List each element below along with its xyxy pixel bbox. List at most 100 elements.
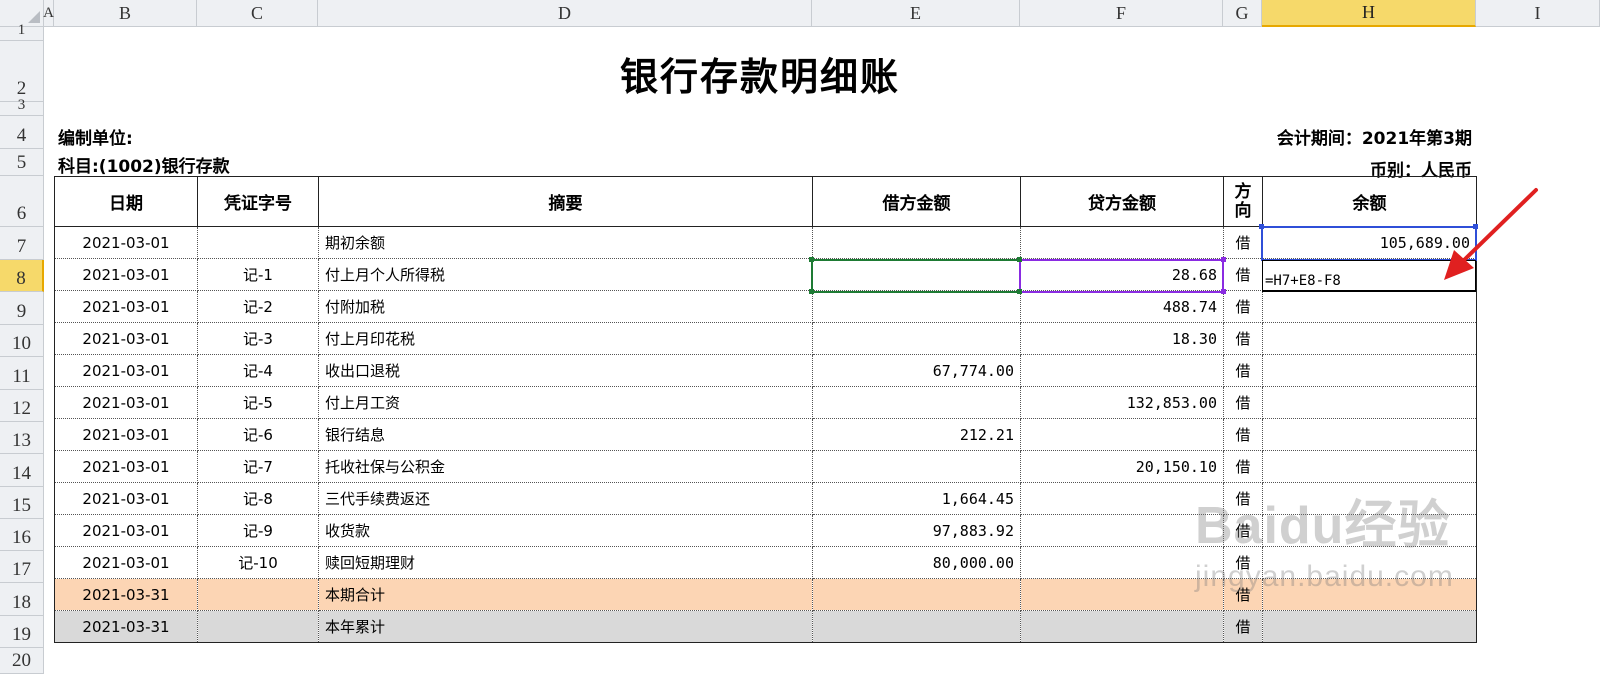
direction-cell[interactable]: 借 [1223, 610, 1263, 643]
date-cell[interactable]: 2021-03-01 [54, 322, 198, 355]
balance-cell[interactable] [1262, 418, 1477, 451]
summary-cell[interactable]: 付上月工资 [318, 386, 813, 419]
range-handle[interactable] [1017, 257, 1022, 262]
direction-cell[interactable]: 借 [1223, 322, 1263, 355]
date-cell[interactable]: 2021-03-01 [54, 226, 198, 259]
date-cell[interactable]: 2021-03-01 [54, 258, 198, 291]
ledger-title[interactable]: 银行存款明细账 [44, 46, 1476, 101]
column-header-g[interactable]: G [1223, 0, 1262, 27]
debit-cell[interactable] [812, 386, 1021, 419]
voucher-cell[interactable]: 记-9 [197, 514, 319, 547]
date-cell[interactable]: 2021-03-31 [54, 610, 198, 643]
direction-cell[interactable]: 借 [1223, 258, 1263, 291]
credit-cell[interactable] [1020, 546, 1224, 579]
balance-cell[interactable] [1262, 322, 1477, 355]
row-header-1[interactable]: 1 [0, 22, 44, 41]
range-handle[interactable] [1221, 257, 1226, 262]
summary-cell[interactable]: 三代手续费返还 [318, 482, 813, 515]
row-header-14[interactable]: 14 [0, 454, 44, 487]
unit-label[interactable]: 编制单位: [58, 124, 133, 149]
account-label[interactable]: 科目:(1002)银行存款 [58, 152, 230, 177]
debit-cell[interactable] [812, 226, 1021, 259]
row-header-5[interactable]: 5 [0, 149, 44, 176]
row-header-17[interactable]: 17 [0, 551, 44, 583]
row-header-16[interactable]: 16 [0, 519, 44, 551]
debit-cell[interactable] [812, 578, 1021, 611]
row-header-20[interactable]: 20 [0, 648, 44, 674]
range-handle[interactable] [809, 289, 814, 294]
header-summary[interactable]: 摘要 [318, 176, 813, 227]
voucher-cell[interactable]: 记-1 [197, 258, 319, 291]
credit-cell[interactable]: 132,853.00 [1020, 386, 1224, 419]
voucher-cell[interactable]: 记-6 [197, 418, 319, 451]
voucher-cell[interactable]: 记-10 [197, 546, 319, 579]
credit-cell[interactable] [1020, 514, 1224, 547]
header-voucher[interactable]: 凭证字号 [197, 176, 319, 227]
summary-cell[interactable]: 赎回短期理财 [318, 546, 813, 579]
range-handle[interactable] [1221, 289, 1226, 294]
voucher-cell[interactable]: 记-5 [197, 386, 319, 419]
direction-cell[interactable]: 借 [1223, 226, 1263, 259]
debit-cell[interactable] [812, 450, 1021, 483]
summary-cell[interactable]: 本期合计 [318, 578, 813, 611]
row-header-9[interactable]: 9 [0, 292, 44, 325]
row-header-10[interactable]: 10 [0, 325, 44, 357]
credit-cell[interactable] [1020, 482, 1224, 515]
date-cell[interactable]: 2021-03-31 [54, 578, 198, 611]
balance-cell[interactable] [1262, 450, 1477, 483]
balance-cell[interactable] [1262, 354, 1477, 387]
column-header-c[interactable]: C [197, 0, 318, 27]
credit-cell[interactable]: 488.74 [1020, 290, 1224, 323]
summary-cell[interactable]: 托收社保与公积金 [318, 450, 813, 483]
voucher-cell[interactable] [197, 610, 319, 643]
date-cell[interactable]: 2021-03-01 [54, 418, 198, 451]
summary-cell[interactable]: 收出口退税 [318, 354, 813, 387]
header-credit[interactable]: 贷方金额 [1020, 176, 1224, 227]
summary-cell[interactable]: 付上月印花税 [318, 322, 813, 355]
direction-cell[interactable]: 借 [1223, 450, 1263, 483]
voucher-cell[interactable]: 记-8 [197, 482, 319, 515]
summary-cell[interactable]: 本年累计 [318, 610, 813, 643]
header-date[interactable]: 日期 [54, 176, 198, 227]
voucher-cell[interactable]: 记-2 [197, 290, 319, 323]
range-handle[interactable] [1259, 224, 1264, 229]
row-header-3[interactable]: 3 [0, 97, 44, 116]
voucher-cell[interactable]: 记-4 [197, 354, 319, 387]
direction-cell[interactable]: 借 [1223, 290, 1263, 323]
header-debit[interactable]: 借方金额 [812, 176, 1021, 227]
debit-cell[interactable]: 1,664.45 [812, 482, 1021, 515]
period-label[interactable]: 会计期间：2021年第3期 [1277, 124, 1472, 149]
date-cell[interactable]: 2021-03-01 [54, 386, 198, 419]
row-header-7[interactable]: 7 [0, 227, 44, 260]
debit-cell[interactable]: 67,774.00 [812, 354, 1021, 387]
voucher-cell[interactable]: 记-3 [197, 322, 319, 355]
row-header-18[interactable]: 18 [0, 583, 44, 616]
range-handle[interactable] [1017, 289, 1022, 294]
credit-cell[interactable]: 20,150.10 [1020, 450, 1224, 483]
row-header-4[interactable]: 4 [0, 116, 44, 149]
balance-cell[interactable] [1262, 290, 1477, 323]
row-header-8[interactable]: 8 [0, 260, 44, 292]
balance-cell[interactable] [1262, 386, 1477, 419]
direction-cell[interactable]: 借 [1223, 418, 1263, 451]
row-header-2[interactable]: 2 [0, 41, 44, 102]
date-cell[interactable]: 2021-03-01 [54, 290, 198, 323]
summary-cell[interactable]: 银行结息 [318, 418, 813, 451]
credit-cell[interactable] [1020, 226, 1224, 259]
debit-cell[interactable] [812, 610, 1021, 643]
row-header-13[interactable]: 13 [0, 422, 44, 454]
row-header-11[interactable]: 11 [0, 357, 44, 390]
date-cell[interactable]: 2021-03-01 [54, 514, 198, 547]
direction-cell[interactable]: 借 [1223, 386, 1263, 419]
header-direction[interactable]: 方向 [1223, 176, 1263, 227]
credit-cell[interactable] [1020, 610, 1224, 643]
row-header-15[interactable]: 15 [0, 487, 44, 519]
row-header-19[interactable]: 19 [0, 616, 44, 648]
credit-cell[interactable] [1020, 418, 1224, 451]
date-cell[interactable]: 2021-03-01 [54, 482, 198, 515]
credit-cell[interactable]: 18.30 [1020, 322, 1224, 355]
column-header-d[interactable]: D [318, 0, 812, 27]
range-handle[interactable] [809, 257, 814, 262]
direction-cell[interactable]: 借 [1223, 354, 1263, 387]
credit-cell[interactable] [1020, 578, 1224, 611]
